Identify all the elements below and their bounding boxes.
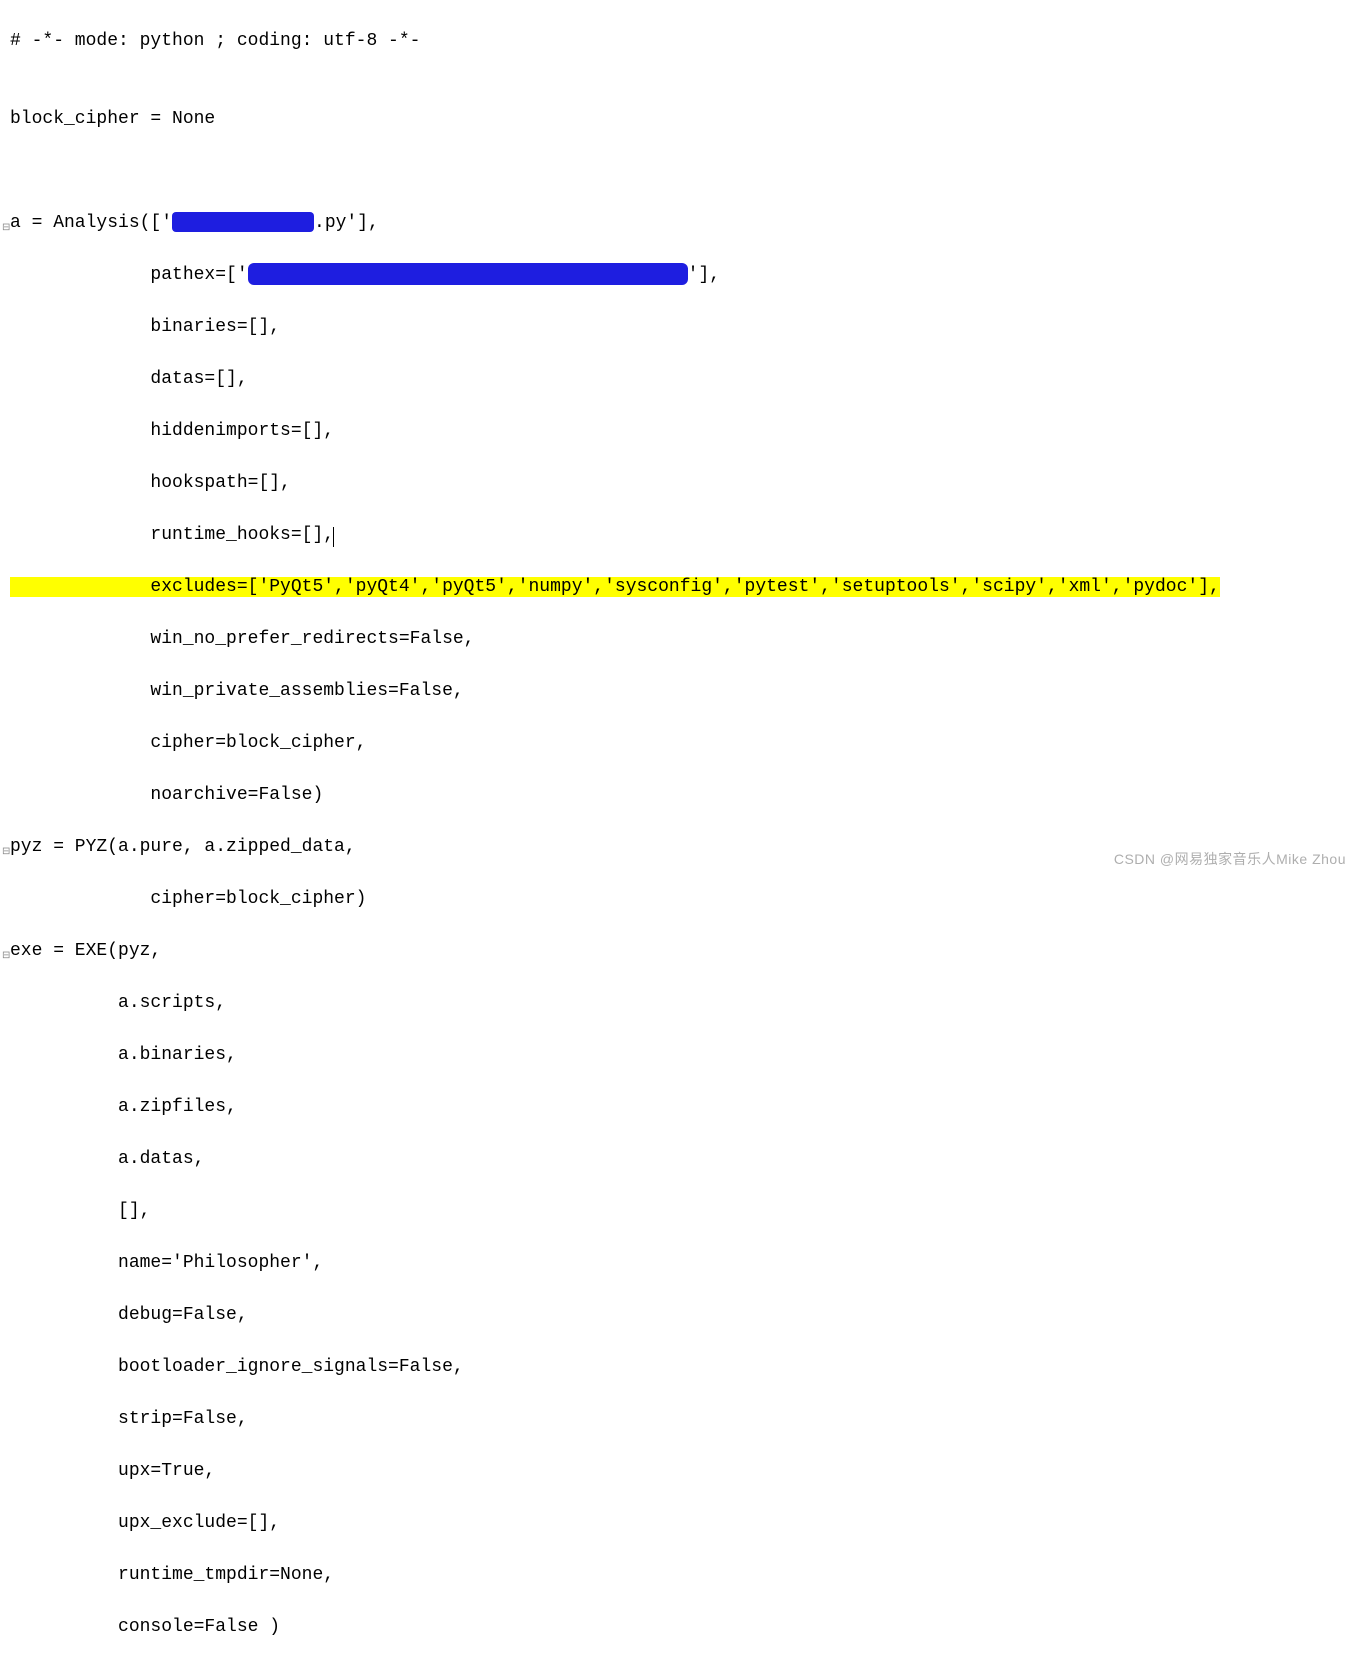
- code-line: name='Philosopher',: [10, 1250, 1358, 1276]
- code-text: runtime_hooks=[],: [10, 525, 334, 545]
- code-line: debug=False,: [10, 1302, 1358, 1328]
- fold-icon: ⊟: [2, 840, 10, 848]
- code-line: block_cipher = None: [10, 106, 1358, 132]
- code-line: strip=False,: [10, 1406, 1358, 1432]
- code-line: pathex=[' '],: [10, 262, 1358, 288]
- fold-icon: ⊟: [2, 944, 10, 952]
- code-text: pyz = PYZ(a.pure, a.zipped_data,: [10, 837, 356, 857]
- code-line: a.zipfiles,: [10, 1094, 1358, 1120]
- code-line: a.scripts,: [10, 990, 1358, 1016]
- code-line: a.binaries,: [10, 1042, 1358, 1068]
- code-line: win_no_prefer_redirects=False,: [10, 626, 1358, 652]
- code-line: runtime_hooks=[],: [10, 522, 1358, 548]
- code-text: exe = EXE(pyz,: [10, 941, 161, 961]
- code-line: cipher=block_cipher,: [10, 730, 1358, 756]
- redacted-block: [248, 263, 688, 285]
- code-line: ⊟exe = EXE(pyz,: [10, 938, 1358, 964]
- code-line: upx_exclude=[],: [10, 1510, 1358, 1536]
- code-line: bootloader_ignore_signals=False,: [10, 1354, 1358, 1380]
- code-line: cipher=block_cipher): [10, 886, 1358, 912]
- code-line: ⊟a = Analysis(['.py'],: [10, 210, 1358, 236]
- code-line: a.datas,: [10, 1146, 1358, 1172]
- code-text: .py'],: [314, 213, 379, 233]
- code-line: upx=True,: [10, 1458, 1358, 1484]
- watermark-text: CSDN @网易独家音乐人Mike Zhou: [1114, 846, 1346, 872]
- code-text: '],: [688, 265, 720, 285]
- code-line: console=False ): [10, 1614, 1358, 1640]
- fold-icon: ⊟: [2, 216, 10, 224]
- code-text: a = Analysis([': [10, 213, 172, 233]
- code-text: pathex=[': [10, 265, 248, 285]
- code-line: win_private_assemblies=False,: [10, 678, 1358, 704]
- highlighted-text: excludes=['PyQt5','pyQt4','pyQt5','numpy…: [10, 577, 1220, 597]
- code-line: # -*- mode: python ; coding: utf-8 -*-: [10, 28, 1358, 54]
- code-line: [],: [10, 1198, 1358, 1224]
- code-line: noarchive=False): [10, 782, 1358, 808]
- redacted-block: [172, 212, 314, 232]
- code-line-highlighted: excludes=['PyQt5','pyQt4','pyQt5','numpy…: [10, 574, 1358, 600]
- code-line: datas=[],: [10, 366, 1358, 392]
- code-line: hiddenimports=[],: [10, 418, 1358, 444]
- code-line: binaries=[],: [10, 314, 1358, 340]
- code-line: runtime_tmpdir=None,: [10, 1562, 1358, 1588]
- code-block: # -*- mode: python ; coding: utf-8 -*- b…: [0, 0, 1358, 1666]
- code-line: hookspath=[],: [10, 470, 1358, 496]
